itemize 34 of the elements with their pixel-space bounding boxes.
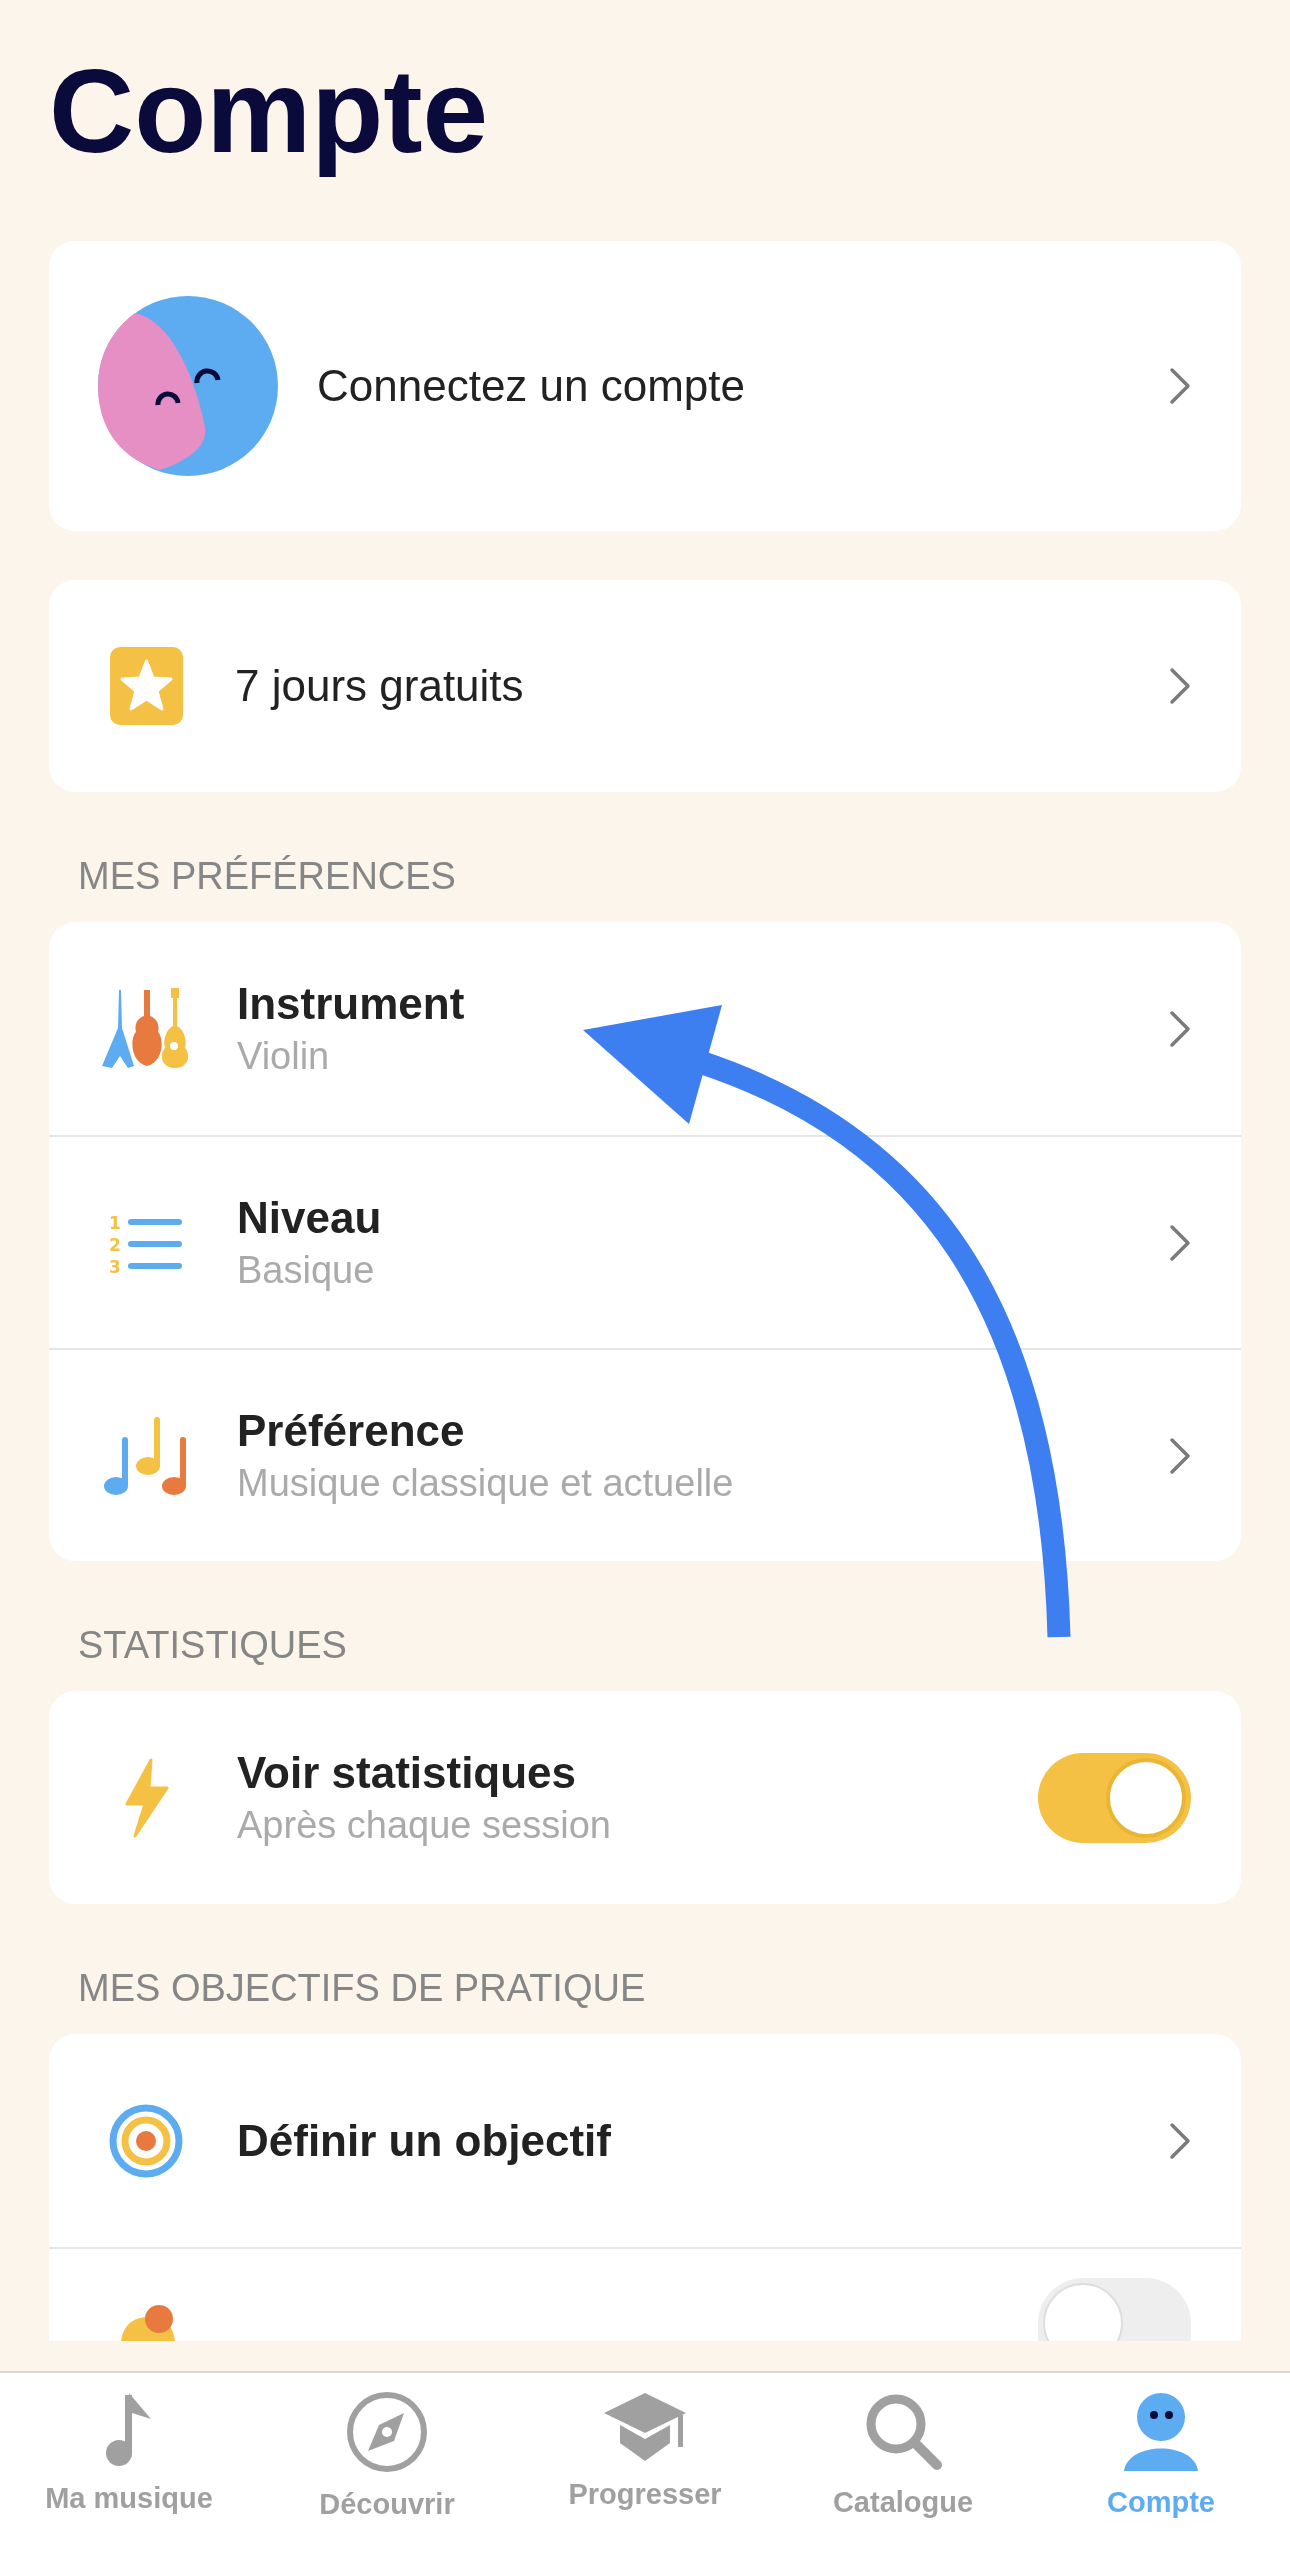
chevron-icon <box>1169 1009 1191 1048</box>
section-header: STATISTIQUES <box>77 1623 348 1668</box>
avatar-icon <box>97 295 279 477</box>
row-title: Instrument <box>237 977 466 1030</box>
row-title: Préférence <box>237 1404 466 1457</box>
row-subtitle: Musique classique et actuelle <box>237 1460 735 1506</box>
tab-button[interactable]: Découvrir <box>258 2373 516 2553</box>
tab-button[interactable]: Ma musique <box>0 2373 258 2553</box>
row-subtitle: Après chaque session <box>237 1802 612 1848</box>
chevron-icon <box>1169 1436 1191 1475</box>
section-header: MES OBJECTIFS DE PRATIQUE <box>77 1966 647 2011</box>
graduation-cap-icon <box>602 2391 688 2463</box>
row-subtitle: Basique <box>237 1247 376 1293</box>
toggle-switch[interactable] <box>1038 2278 1191 2341</box>
page-title: Compte <box>49 44 489 179</box>
account-label: Connectez un compte <box>317 360 747 412</box>
compass-icon <box>346 2391 428 2473</box>
row-title: Définir un objectif <box>237 2114 612 2167</box>
chevron-icon <box>1169 667 1191 705</box>
trial-label: 7 jours gratuits <box>235 660 525 712</box>
chevron-icon <box>1169 367 1191 405</box>
person-icon <box>1122 2391 1200 2471</box>
trial-card[interactable]: 7 jours gratuits <box>49 580 1241 792</box>
section-header: MES PRÉFÉRENCES <box>77 854 457 899</box>
tab-button[interactable]: Progresser <box>516 2373 774 2553</box>
chevron-icon <box>1169 1223 1191 1262</box>
target-icon <box>109 2103 183 2178</box>
row-title: Niveau <box>237 1191 383 1244</box>
account-card[interactable]: Connectez un compte <box>49 241 1241 531</box>
row-title: Voir statistiques <box>237 1746 578 1799</box>
row-subtitle: Violin <box>237 1033 331 1079</box>
tab-button[interactable]: Catalogue <box>774 2373 1032 2553</box>
chevron-icon <box>1169 2121 1191 2160</box>
tab-button[interactable]: Compte <box>1032 2373 1290 2553</box>
